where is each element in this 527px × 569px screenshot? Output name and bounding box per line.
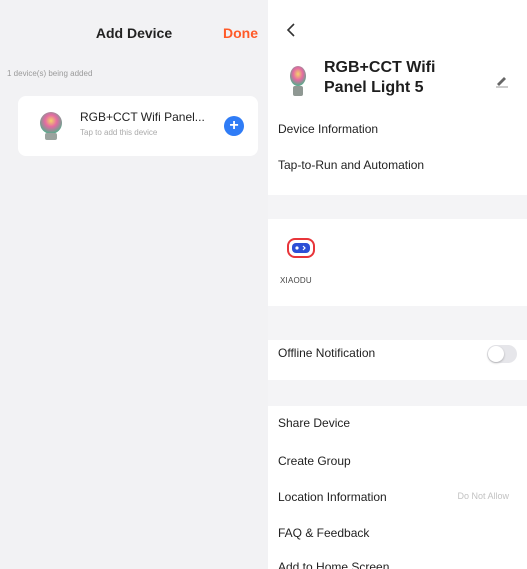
add-to-home-screen-row[interactable]: Add to Home Screen [268,550,527,569]
location-information-value: Do Not Allow [457,491,509,501]
plus-circle-icon[interactable]: + [224,116,244,136]
device-name: RGB+CCT Wifi Panel... [80,110,205,124]
offline-notification-label: Offline Notification [278,346,376,360]
section-gap-services [268,195,527,219]
offline-notification-row: Offline Notification [268,336,527,372]
add-device-header: Add Device Done [0,0,268,62]
device-information-row[interactable]: Device Information [268,112,527,148]
adding-status: 1 device(s) being added [7,69,93,78]
share-device-row[interactable]: Share Device [268,406,527,442]
device-card[interactable]: RGB+CCT Wifi Panel... Tap to add this de… [18,96,258,156]
share-device-label: Share Device [278,416,351,430]
tap-to-run-row[interactable]: Tap-to-Run and Automation [268,148,527,184]
chevron-left-icon[interactable] [282,20,302,40]
device-image [290,66,306,96]
device-hint: Tap to add this device [80,128,158,137]
create-group-row[interactable]: Create Group [268,444,527,480]
location-information-label: Location Information [278,490,387,504]
toggle-knob [488,346,504,362]
section-gap-notifications [268,306,527,340]
faq-feedback-row[interactable]: FAQ & Feedback [268,516,527,552]
offline-notification-toggle[interactable] [487,345,517,363]
xiaodu-label: XIAODU [280,276,312,285]
add-to-home-screen-label: Add to Home Screen [278,560,390,569]
add-device-panel: Add Device Done 1 device(s) being added … [0,0,268,569]
pencil-icon[interactable] [494,72,510,88]
tap-to-run-label: Tap-to-Run and Automation [278,158,425,172]
faq-feedback-label: FAQ & Feedback [278,526,370,540]
section-gap-more [268,380,527,406]
device-information-label: Device Information [278,122,379,136]
device-settings-panel: RGB+CCT Wifi Panel Light 5 Device Inform… [268,0,527,569]
device-title: RGB+CCT Wifi Panel Light 5 [324,59,436,96]
panel-light-thumbnail [40,112,62,140]
xiaodu-icon[interactable] [287,238,315,258]
location-information-row[interactable]: Location Information Do Not Allow [268,480,527,516]
create-group-label: Create Group [278,454,351,468]
done-button[interactable]: Done [223,25,258,41]
